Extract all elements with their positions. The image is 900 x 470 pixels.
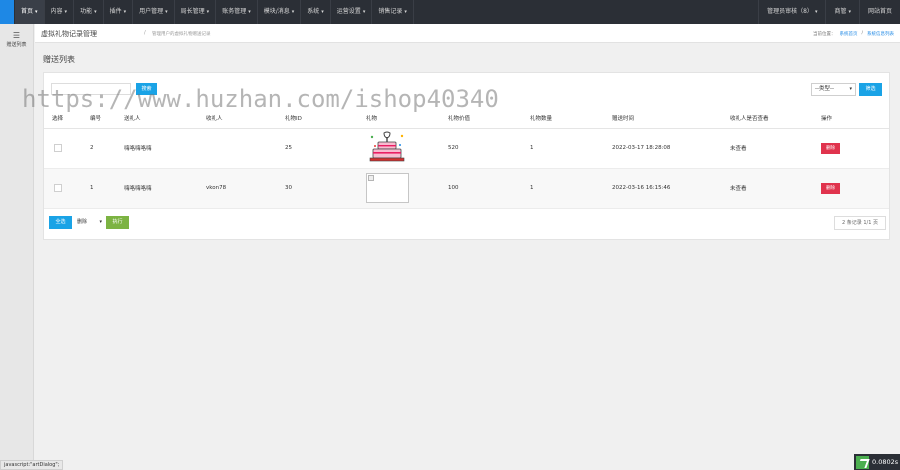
shop-menu[interactable]: 商管 ▾ xyxy=(825,0,859,24)
execute-button[interactable]: 执行 xyxy=(106,216,129,229)
section-heading: 赠送列表 xyxy=(43,55,75,64)
cell-time: 2022-03-17 18:28:08 xyxy=(612,145,671,151)
type-select-value: --类型-- xyxy=(815,86,834,92)
menu-item-plugins[interactable]: 插件 ▾ xyxy=(104,0,134,24)
chevron-down-icon: ▾ xyxy=(64,9,68,15)
menu-item-operations[interactable]: 运营设置 ▾ xyxy=(331,0,373,24)
table-row: 2 嗨咯嗨咯嗨 25 520 1 2022-03-17 18:28:08 未查看… xyxy=(44,128,889,168)
image-placeholder-icon xyxy=(368,175,374,181)
cell-quantity: 1 xyxy=(530,145,534,151)
breadcrumb: 虚拟礼物记录管理 / 管理用户的虚拟礼物赠送记录 当前位置： 系统首页 / 系统… xyxy=(35,24,900,43)
breadcrumb-separator: / xyxy=(144,30,146,36)
table-row: 1 嗨咯嗨咯嗨 vkon78 30 100 1 2022-03-16 16:15… xyxy=(44,168,889,208)
sidebar-item-gift-list[interactable]: ☰ 赠送列表 xyxy=(0,31,33,48)
chevron-down-icon: ▾ xyxy=(248,9,251,15)
chevron-down-icon: ▾ xyxy=(362,9,366,15)
col-header-action: 操作 xyxy=(821,109,889,129)
brand-strip xyxy=(0,0,14,24)
page-subtitle: 管理用户的虚拟礼物赠送记录 xyxy=(152,32,211,37)
page-timer: 0.0802s xyxy=(854,454,900,470)
top-right-menu: 管理员审核（8） ▾ 商管 ▾ 网站首页 xyxy=(758,0,900,24)
menu-item-sales[interactable]: 销售记录 ▾ xyxy=(372,0,414,24)
chevron-down-icon: ▾ xyxy=(35,9,38,15)
chevron-down-icon: ▾ xyxy=(165,9,168,15)
chevron-down-icon: ▾ xyxy=(206,9,210,15)
menu-item-features[interactable]: 功能 ▾ xyxy=(74,0,104,24)
sidebar-item-label: 赠送列表 xyxy=(6,42,27,48)
col-header-quantity: 礼物数量 xyxy=(530,109,612,129)
cell-id: 2 xyxy=(90,145,94,151)
admin-menu[interactable]: 管理员审核（8） ▾ xyxy=(758,0,825,24)
breadcrumb-separator: / xyxy=(861,31,863,36)
type-select[interactable]: --类型-- ▾ xyxy=(811,83,856,96)
col-header-viewed: 收礼人是否查看 xyxy=(730,109,821,129)
chevron-down-icon: ▾ xyxy=(291,9,295,15)
menu-item-users[interactable]: 用户管理 ▾ xyxy=(133,0,175,24)
menu-list-icon: ☰ xyxy=(12,31,21,40)
watermark-text: https://www.huzhan.com/ishop40340 xyxy=(22,85,499,113)
location-path: 当前位置： 系统首页 / 系统信息列表 xyxy=(813,31,894,37)
cake-gift-icon xyxy=(366,131,408,163)
menu-item-content[interactable]: 内容 ▾ xyxy=(45,0,75,24)
cell-receiver xyxy=(206,128,285,168)
breadcrumb-current-link[interactable]: 系统信息列表 xyxy=(867,31,894,37)
location-label: 当前位置： xyxy=(812,32,836,37)
filter-button[interactable]: 筛选 xyxy=(859,83,882,96)
breadcrumb-home-link[interactable]: 系统首页 xyxy=(839,31,857,37)
bulk-action-select[interactable]: 删除 ▾ xyxy=(77,216,104,229)
gift-records-table: 选择 编号 送礼人 收礼人 礼物ID 礼物 礼物价值 礼物数量 赠送时间 收礼人… xyxy=(44,109,889,209)
cell-receiver: vkon78 xyxy=(206,185,227,191)
pagination-info: 2 条记录 1/1 页 xyxy=(834,216,886,230)
top-navbar: 首页 ▾ 内容 ▾ 功能 ▾ 插件 ▾ 用户管理 ▾ 局长管理 ▾ 账务管理 ▾ 模块/消息 ▾… xyxy=(0,0,900,24)
chevron-down-icon: ▾ xyxy=(99,219,102,225)
cell-value: 100 xyxy=(448,185,459,191)
delete-button[interactable]: 删除 xyxy=(821,142,840,154)
cell-quantity: 1 xyxy=(530,185,534,191)
cell-gift-id: 30 xyxy=(285,185,292,191)
chevron-down-icon: ▾ xyxy=(94,9,97,15)
cell-time: 2022-03-16 16:15:46 xyxy=(612,185,671,191)
cell-id: 1 xyxy=(90,185,94,191)
cell-value: 520 xyxy=(448,145,459,151)
row-checkbox[interactable] xyxy=(54,184,62,192)
chevron-down-icon: ▾ xyxy=(814,9,818,15)
cell-sender: 嗨咯嗨咯嗨 xyxy=(124,146,152,152)
col-header-time: 赠送时间 xyxy=(612,109,730,129)
select-all-button[interactable]: 全选 xyxy=(49,216,72,229)
bulk-actions: 全选 删除 ▾ 执行 xyxy=(49,216,129,229)
bulk-action-value: 删除 xyxy=(77,219,88,225)
page-title: 虚拟礼物记录管理 xyxy=(41,30,97,38)
menu-item-system[interactable]: 系统 ▾ xyxy=(301,0,331,24)
cell-gift-id: 25 xyxy=(285,145,292,151)
cell-viewed-status: 未查看 xyxy=(730,186,747,192)
site-home-link[interactable]: 网站首页 xyxy=(858,0,900,24)
menu-item-home[interactable]: 首页 ▾ xyxy=(15,0,45,24)
browser-status-bar: javascript:"artDialog"; xyxy=(0,460,64,470)
broken-image-icon xyxy=(366,173,409,203)
timer-logo-icon xyxy=(856,455,869,469)
delete-button[interactable]: 删除 xyxy=(821,182,840,194)
chevron-down-icon: ▾ xyxy=(123,9,127,15)
chevron-down-icon: ▾ xyxy=(321,9,324,15)
menu-item-director[interactable]: 局长管理 ▾ xyxy=(175,0,217,24)
chevron-down-icon: ▾ xyxy=(849,86,852,92)
menu-item-modules[interactable]: 模块/消息 ▾ xyxy=(258,0,302,24)
menu-item-finance[interactable]: 账务管理 ▾ xyxy=(216,0,258,24)
chevron-down-icon: ▾ xyxy=(404,9,407,15)
timer-value: 0.0802s xyxy=(872,458,899,466)
main-menu: 首页 ▾ 内容 ▾ 功能 ▾ 插件 ▾ 用户管理 ▾ 局长管理 ▾ 账务管理 ▾ 模块/消息 ▾… xyxy=(15,0,414,24)
cell-sender: 嗨咯嗨咯嗨 xyxy=(124,186,152,192)
chevron-down-icon: ▾ xyxy=(848,9,851,15)
cell-viewed-status: 未查看 xyxy=(730,146,747,152)
row-checkbox[interactable] xyxy=(54,144,62,152)
